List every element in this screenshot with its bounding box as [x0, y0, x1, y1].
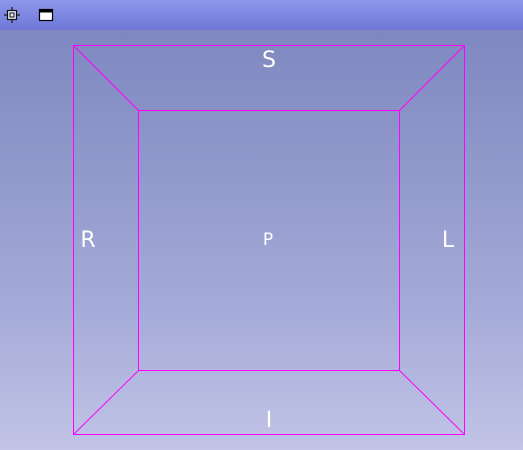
view-toolbar: [0, 0, 523, 30]
corner-edge-top-left: [73, 45, 139, 111]
corner-edge-bottom-right: [399, 370, 465, 435]
orientation-box: S I R L P: [73, 45, 465, 435]
3d-view[interactable]: S I R L P: [0, 30, 523, 450]
label-inferior: I: [266, 408, 273, 433]
maximize-icon: [37, 6, 55, 24]
corner-edge-top-right: [399, 45, 465, 111]
pin-button[interactable]: [2, 5, 22, 25]
maximize-button[interactable]: [36, 5, 56, 25]
label-superior: S: [262, 48, 276, 73]
label-posterior: P: [263, 230, 273, 250]
corner-edge-bottom-left: [73, 370, 139, 435]
label-right: R: [80, 228, 95, 253]
label-left: L: [442, 228, 455, 253]
pin-icon: [3, 6, 21, 24]
